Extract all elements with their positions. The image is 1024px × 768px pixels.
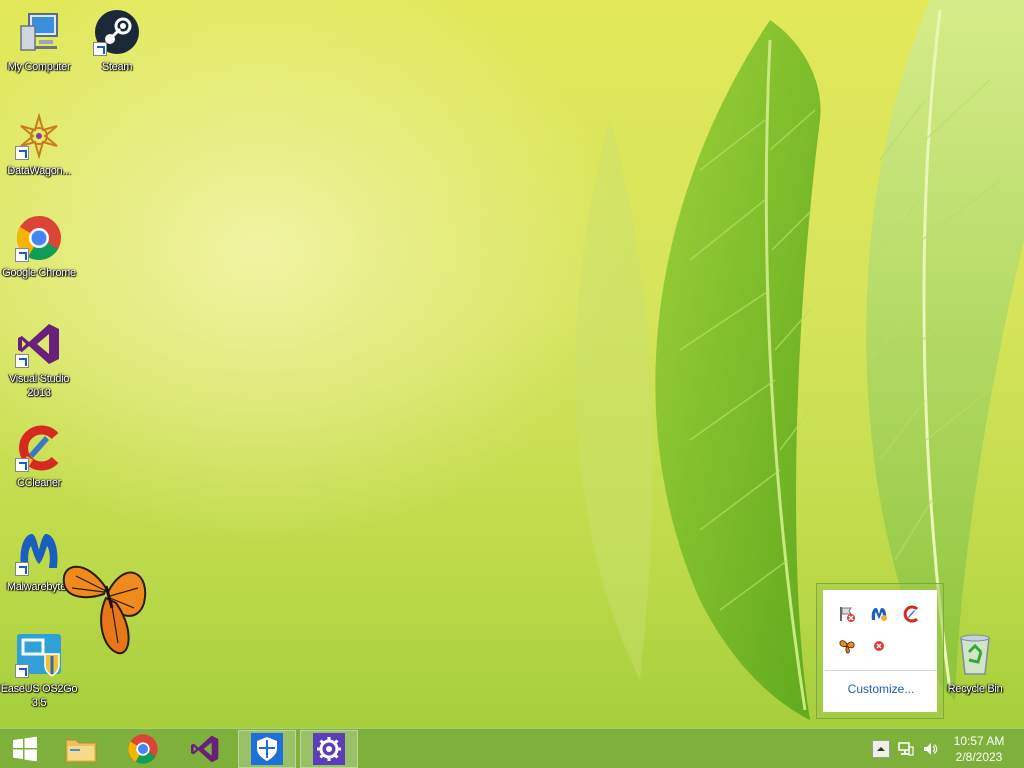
shortcut-arrow-icon (15, 354, 29, 368)
desktop-icon-label: CCleaner (16, 477, 62, 489)
butterfly-tray-icon[interactable] (837, 636, 857, 656)
visual-studio-icon (191, 735, 219, 763)
tray-overflow-popup: Customize... (816, 583, 944, 719)
desktop-icon-label: Recycle Bin (947, 683, 1003, 695)
visual-studio-icon (15, 320, 63, 368)
recycle-bin-icon (951, 630, 999, 678)
chevron-up-icon (877, 747, 885, 751)
chrome-icon (128, 734, 158, 764)
chrome-icon (15, 214, 63, 262)
shortcut-arrow-icon (15, 562, 29, 576)
network-icon[interactable] (898, 741, 914, 757)
start-button[interactable] (0, 730, 50, 768)
shield-icon (251, 733, 283, 765)
desktop-icon-datawagon[interactable]: DataWagon... (0, 112, 78, 178)
computer-icon (15, 8, 63, 56)
shortcut-arrow-icon (15, 458, 29, 472)
desktop-icon-my-computer[interactable]: My Computer (0, 8, 78, 74)
desktop-icon-steam[interactable]: Steam (78, 8, 156, 74)
clock-date: 2/8/2023 (955, 750, 1003, 764)
desktop-icon-visual-studio[interactable]: Visual Studio 2013 (0, 320, 78, 400)
shortcut-arrow-icon (15, 146, 29, 160)
desktop-icon-ccleaner[interactable]: CCleaner (0, 424, 78, 490)
desktop-icon-label: Visual Studio 2013 (8, 373, 70, 399)
taskbar-chrome[interactable] (114, 730, 172, 768)
flag-icon[interactable] (837, 604, 857, 624)
windows-start-icon (13, 736, 37, 762)
desktop-icon-recycle-bin[interactable]: Recycle Bin (936, 630, 1014, 696)
desktop-icon-label: DataWagon... (7, 165, 71, 177)
shortcut-arrow-icon (15, 248, 29, 262)
clock-time: 10:57 AM (953, 734, 1005, 748)
malwarebytes-tray-icon[interactable] (869, 604, 889, 624)
taskbar-clock[interactable]: 10:57 AM 2/8/2023 (944, 733, 1014, 765)
customize-link[interactable]: Customize... (823, 682, 939, 696)
ccleaner-icon (15, 424, 63, 472)
file-explorer-icon (65, 739, 97, 763)
taskbar-visual-studio[interactable] (176, 730, 234, 768)
taskbar-file-explorer[interactable] (52, 730, 110, 768)
steam-icon (93, 8, 141, 56)
tray-divider (825, 670, 937, 671)
taskbar-settings[interactable] (300, 730, 358, 768)
butterfly-icon (62, 565, 147, 655)
ccleaner-tray-icon[interactable] (901, 604, 921, 624)
taskbar-security-app[interactable] (238, 730, 296, 768)
desktop-icon-label: Google Chrome (2, 267, 76, 279)
datawagon-icon (15, 112, 63, 160)
volume-icon[interactable] (922, 741, 938, 757)
shortcut-arrow-icon (15, 664, 29, 678)
taskbar: 10:57 AM 2/8/2023 (0, 728, 1024, 768)
desktop-icon-label: Steam (101, 61, 133, 73)
gear-icon (313, 733, 345, 765)
shortcut-arrow-icon (93, 42, 107, 56)
desktop-icon-label: My Computer (7, 61, 71, 73)
error-icon[interactable] (869, 636, 889, 656)
desktop-icon-google-chrome[interactable]: Google Chrome (0, 214, 78, 280)
show-hidden-icons-button[interactable] (872, 740, 890, 758)
desktop-icon-label: EaseUS OS2Go 3.5 (0, 683, 78, 709)
